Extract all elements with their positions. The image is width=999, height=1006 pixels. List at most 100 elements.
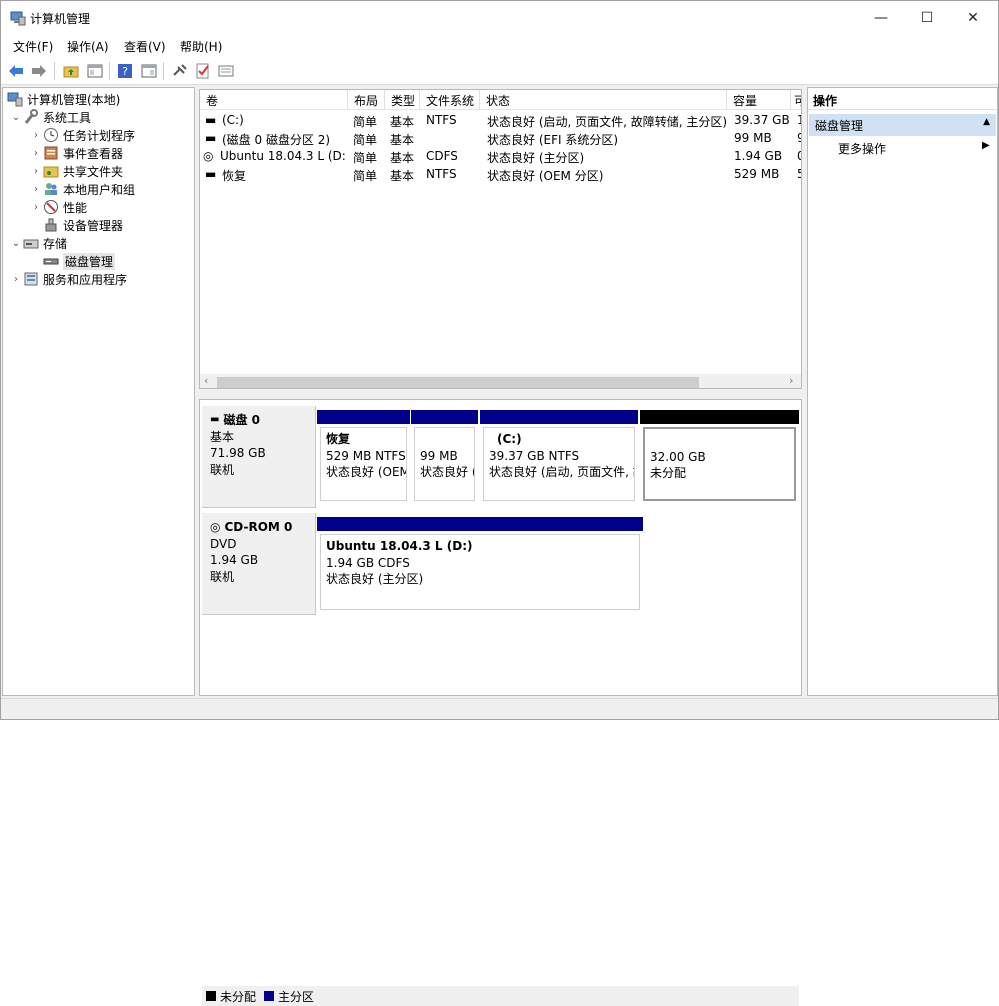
tree-item-label: 性能 — [63, 200, 88, 215]
disk-type: DVD — [210, 536, 237, 551]
table-row[interactable]: ▬ (C:) 简单 基本 NTFS 状态良好 (启动, 页面文件, 故障转储, … — [200, 111, 801, 129]
cdrom-0-label[interactable]: ◎ CD-ROM 0 DVD 1.94 GB 联机 — [202, 513, 316, 615]
chevron-right-icon[interactable]: › — [29, 202, 43, 213]
tree-item-local-users[interactable]: › 本地用户和组 — [29, 180, 135, 198]
more-actions-label: 更多操作 — [838, 142, 887, 156]
partition-size: 39.37 GB NTFS — [489, 448, 580, 463]
scroll-right-icon[interactable]: › — [789, 374, 793, 387]
collapse-up-icon[interactable]: ▲ — [983, 117, 990, 127]
disk-graphical-view: ▬ 磁盘 0 基本 71.98 GB 联机 恢复 529 MB NTFS 状态良… — [199, 399, 802, 1006]
scroll-left-icon[interactable]: ‹ — [204, 374, 208, 387]
cell-status: 状态良好 (EFI 系统分区) — [487, 133, 619, 147]
chevron-down-icon[interactable]: ⌄ — [9, 238, 23, 249]
minimize-button[interactable]: — — [858, 1, 904, 35]
tree-item-event-viewer[interactable]: › 事件查看器 — [29, 144, 123, 162]
tree-item-storage[interactable]: ⌄ 存储 — [9, 234, 67, 252]
scrollbar-thumb[interactable] — [217, 377, 699, 388]
menu-bar: 文件(F) 操作(A) 查看(V) 帮助(H) — [1, 35, 998, 57]
partition-size: 529 MB NTFS — [326, 448, 406, 463]
tree-item-label: 计算机管理(本地) — [27, 92, 121, 107]
chevron-right-icon[interactable]: › — [29, 130, 43, 141]
disk-type: 基本 — [210, 429, 235, 444]
cell-layout: 简单 — [353, 151, 378, 165]
tree-item-label: 系统工具 — [43, 110, 92, 125]
disk-size: 71.98 GB — [210, 446, 266, 460]
tree-item-device-manager[interactable]: 设备管理器 — [43, 216, 123, 234]
tree-item-services-apps[interactable]: › 服务和应用程序 — [9, 270, 127, 288]
menu-view[interactable]: 查看(V) — [124, 38, 166, 55]
partition-ubuntu-cd[interactable]: Ubuntu 18.04.3 L (D:) 1.94 GB CDFS 状态良好 … — [317, 517, 643, 613]
tree-item-performance[interactable]: › 性能 — [29, 198, 87, 216]
table-row[interactable]: ▬ (磁盘 0 磁盘分区 2) 简单 基本 状态良好 (EFI 系统分区) 99… — [200, 129, 801, 147]
chevron-right-icon[interactable]: › — [9, 274, 23, 285]
cell-type: 基本 — [390, 115, 415, 129]
tree-item-system-tools[interactable]: ⌄ 系统工具 — [9, 108, 91, 126]
tree-item-label: 本地用户和组 — [63, 182, 136, 197]
maximize-button[interactable]: ☐ — [904, 1, 950, 35]
submenu-arrow-icon[interactable]: ▶ — [982, 140, 990, 151]
column-header-capacity[interactable]: 容量 — [727, 90, 791, 110]
tree-item-root[interactable]: 计算机管理(本地) — [7, 90, 120, 108]
connect-icon[interactable] — [171, 62, 189, 80]
cell-status: 状态良好 (主分区) — [487, 151, 585, 165]
cell-filesystem: CDFS — [426, 149, 458, 163]
tree-item-shared-folders[interactable]: › 共享文件夹 — [29, 162, 123, 180]
toolbar-separator — [109, 62, 110, 80]
column-header-volume[interactable]: 卷 — [200, 90, 348, 110]
menu-help[interactable]: 帮助(H) — [180, 38, 222, 55]
chevron-right-icon[interactable]: › — [29, 184, 43, 195]
column-header-status[interactable]: 状态 — [480, 90, 727, 110]
chevron-right-icon[interactable]: › — [29, 148, 43, 159]
close-button[interactable]: ✕ — [950, 1, 996, 35]
cell-volume: 恢复 — [222, 169, 247, 183]
properties-icon[interactable] — [217, 62, 235, 80]
cell-status: 状态良好 (OEM 分区) — [487, 169, 604, 183]
partition-box: (C:) 39.37 GB NTFS 状态良好 (启动, 页面文件, 故障转储,… — [483, 427, 635, 501]
partition-status: 状态良好 (主分区) — [326, 572, 424, 586]
storage-icon — [23, 235, 39, 251]
partition-size: 1.94 GB CDFS — [326, 555, 410, 570]
column-header-filesystem[interactable]: 文件系统 — [420, 90, 480, 110]
tree-item-task-scheduler[interactable]: › 任务计划程序 — [29, 126, 135, 144]
table-row[interactable]: ▬ 恢复 简单 基本 NTFS 状态良好 (OEM 分区) 529 MB 5 — [200, 165, 801, 183]
event-viewer-icon — [43, 145, 59, 161]
help-icon[interactable]: ? — [116, 62, 134, 80]
forward-icon[interactable] — [30, 62, 48, 80]
more-actions[interactable]: 更多操作 — [838, 140, 886, 157]
tree-item-disk-management[interactable]: 磁盘管理 — [43, 252, 116, 270]
show-tree-icon[interactable] — [86, 62, 104, 80]
cell-layout: 简单 — [353, 133, 378, 147]
partition-unallocated[interactable]: 32.00 GB 未分配 — [640, 410, 799, 504]
column-header-type[interactable]: 类型 — [385, 90, 420, 110]
disk-name: 磁盘 0 — [223, 413, 260, 427]
legend-primary: 主分区 — [278, 989, 315, 1004]
computer-management-icon — [7, 91, 23, 107]
partition-title: Ubuntu 18.04.3 L (D:) — [326, 539, 473, 553]
partition-efi[interactable]: 99 MB 状态良好 (EFI 系统分区) — [411, 410, 478, 504]
disk-0-label[interactable]: ▬ 磁盘 0 基本 71.98 GB 联机 — [202, 406, 316, 508]
navigation-tree: 计算机管理(本地) ⌄ 系统工具 › 任务计划程序 › 事件查看器 › 共享文件… — [2, 87, 195, 696]
chevron-down-icon[interactable]: ⌄ — [9, 112, 23, 123]
toolbar: ? — [1, 57, 998, 85]
chevron-right-icon[interactable]: › — [29, 166, 43, 177]
status-bar — [1, 698, 998, 719]
partition-recovery[interactable]: 恢复 529 MB NTFS 状态良好 (OEM 分区) — [317, 410, 410, 504]
partition-size: 32.00 GB — [650, 449, 706, 464]
column-header-layout[interactable]: 布局 — [348, 90, 385, 110]
cell-free: 1 — [797, 113, 801, 127]
legend: 未分配 主分区 — [202, 986, 799, 1006]
menu-action[interactable]: 操作(A) — [67, 38, 109, 55]
console-icon[interactable] — [140, 62, 158, 80]
cd-drive-icon: ◎ — [210, 520, 221, 534]
check-icon[interactable] — [194, 62, 212, 80]
volume-list: 卷 布局 类型 文件系统 状态 容量 可 ▬ (C:) 简单 基本 NTFS 状… — [199, 89, 802, 389]
menu-file[interactable]: 文件(F) — [13, 38, 53, 55]
partition-c[interactable]: (C:) 39.37 GB NTFS 状态良好 (启动, 页面文件, 故障转储,… — [480, 410, 638, 504]
column-header-free[interactable]: 可 — [791, 90, 801, 110]
users-icon — [43, 181, 59, 197]
actions-section-disk-management[interactable]: 磁盘管理 ▲ — [809, 114, 996, 136]
horizontal-scrollbar[interactable]: ‹ › — [200, 374, 801, 388]
up-folder-icon[interactable] — [62, 62, 80, 80]
table-row[interactable]: ◎ Ubuntu 18.04.3 L (D:) 简单 基本 CDFS 状态良好 … — [200, 147, 801, 165]
back-icon[interactable] — [7, 62, 25, 80]
